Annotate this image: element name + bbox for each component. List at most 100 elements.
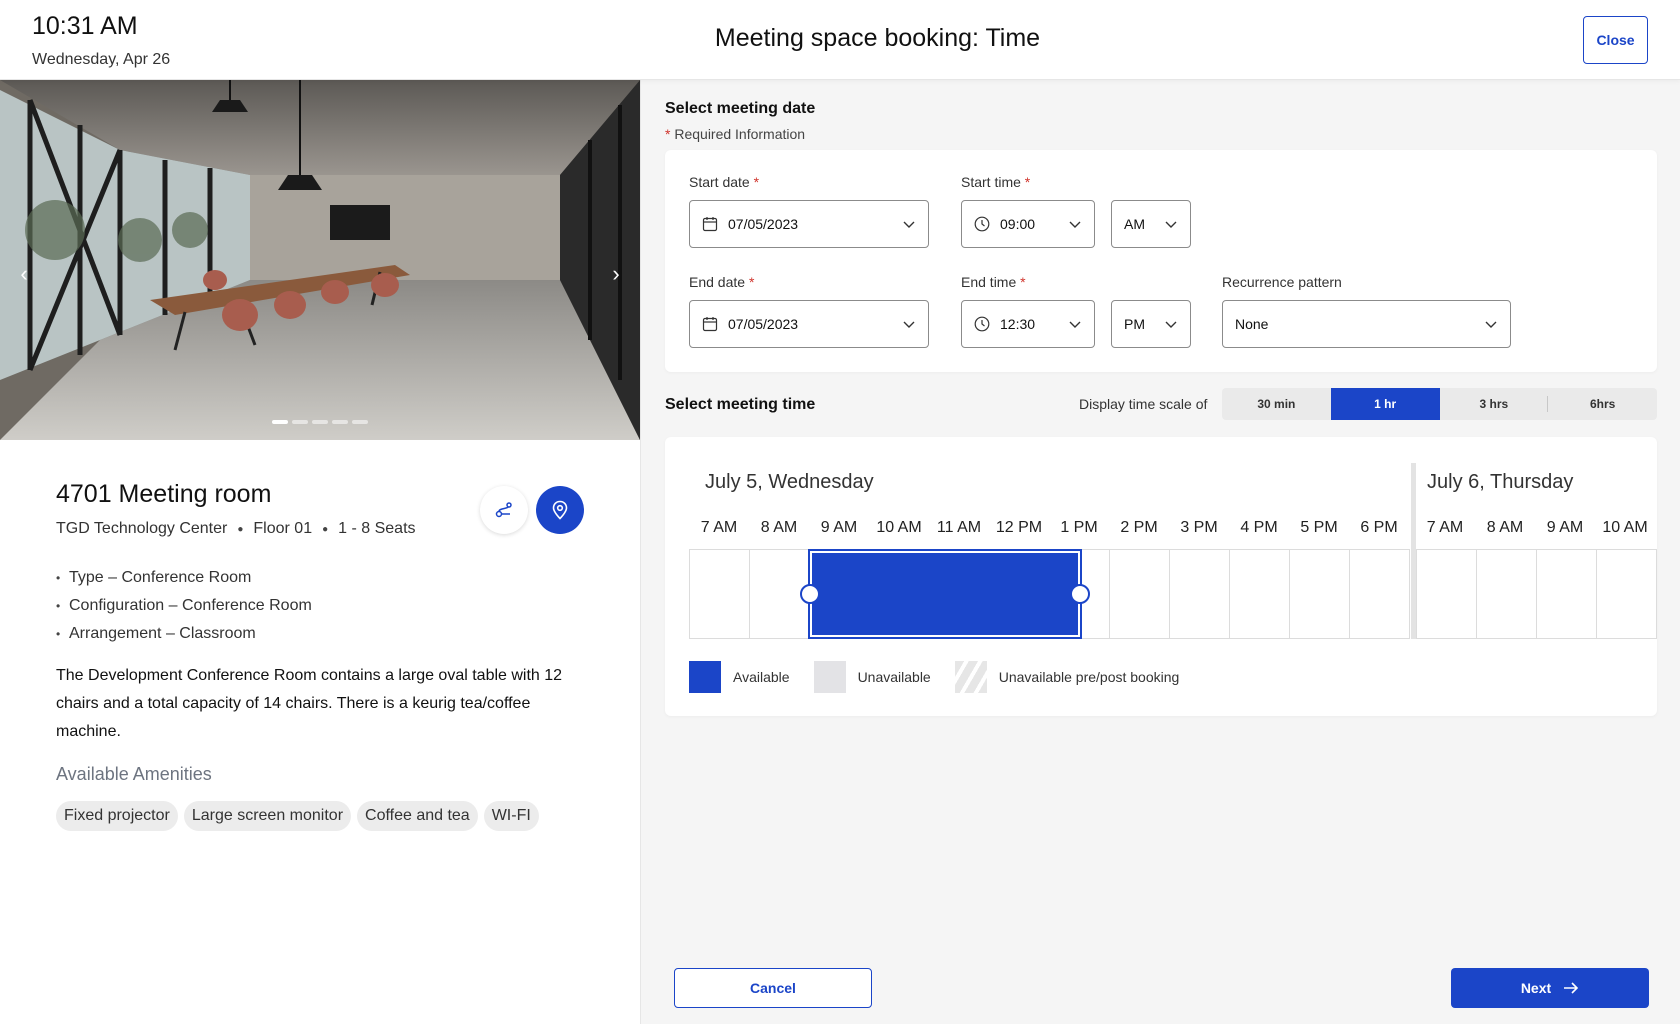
start-date-picker[interactable]: 07/05/2023 <box>689 200 929 248</box>
room-meta: TGD Technology Center ● Floor 01 ● 1 - 8… <box>56 520 416 538</box>
calendar-icon <box>702 216 718 232</box>
hour-label: 1 PM <box>1060 519 1098 536</box>
time-scale-label: Display time scale of <box>1079 396 1208 412</box>
time-slot[interactable] <box>1290 550 1350 638</box>
day-heading: July 5, Wednesday <box>705 471 874 493</box>
amenities-title: Available Amenities <box>56 764 212 784</box>
scale-1hr-button[interactable]: 1 hr <box>1330 388 1440 420</box>
hour-label: 7 AM <box>700 519 738 536</box>
next-photo-icon[interactable]: › <box>606 262 626 286</box>
end-date-label-text: End date <box>689 274 746 290</box>
route-icon <box>495 502 512 518</box>
chevron-down-icon <box>902 317 916 331</box>
calendar-icon <box>702 316 718 332</box>
cancel-button[interactable]: Cancel <box>674 968 872 1008</box>
legend-available: Available <box>689 661 790 693</box>
previous-photo-icon[interactable]: ‹ <box>14 262 34 286</box>
hour-label: 9 AM <box>1546 519 1584 536</box>
end-date-label: End date * <box>689 274 755 290</box>
hour-label: 12 PM <box>995 519 1043 536</box>
amenity-chip: Large screen monitor <box>183 801 352 831</box>
amenity-chip: WI-FI <box>483 801 539 831</box>
room-seats: 1 - 8 Seats <box>338 520 416 537</box>
end-ampm-select[interactable]: PM <box>1111 300 1191 348</box>
time-slot[interactable] <box>1110 550 1170 638</box>
start-time-value: 09:00 <box>1000 216 1036 232</box>
hour-label: 8 AM <box>760 519 798 536</box>
list-item: Arrangement – Classroom <box>56 620 312 648</box>
carousel-dot[interactable] <box>352 420 368 424</box>
carousel-indicator <box>272 420 368 424</box>
list-item: Configuration – Conference Room <box>56 592 312 620</box>
directions-button[interactable] <box>480 486 528 534</box>
room-building: TGD Technology Center <box>56 520 228 537</box>
start-time-select[interactable]: 09:00 <box>961 200 1095 248</box>
recurrence-label: Recurrence pattern <box>1222 274 1342 290</box>
room-name: 4701 Meeting room <box>56 480 272 508</box>
carousel-dot[interactable] <box>332 420 348 424</box>
hour-label: 2 PM <box>1120 519 1158 536</box>
time-slot[interactable] <box>1170 550 1230 638</box>
chevron-down-icon <box>1068 217 1082 231</box>
next-button[interactable]: Next <box>1451 968 1649 1008</box>
room-floor: Floor 01 <box>253 520 313 537</box>
hour-label: 11 AM <box>936 519 982 536</box>
time-slot[interactable] <box>1477 550 1537 638</box>
start-time-label-text: Start time <box>961 174 1021 190</box>
scale-30min-button[interactable]: 30 min <box>1222 388 1331 420</box>
chevron-down-icon <box>1164 317 1178 331</box>
end-time-select[interactable]: 12:30 <box>961 300 1095 348</box>
page-title: Meeting space booking: Time <box>714 24 1041 52</box>
scale-6hrs-button[interactable]: 6hrs <box>1548 388 1657 420</box>
end-date-picker[interactable]: 07/05/2023 <box>689 300 929 348</box>
amenities-list: Fixed projector Large screen monitor Cof… <box>56 801 539 831</box>
close-button[interactable]: Close <box>1583 16 1648 64</box>
time-slot[interactable] <box>1537 550 1597 638</box>
start-ampm-value: AM <box>1124 216 1145 232</box>
hour-label: 3 PM <box>1180 519 1218 536</box>
hour-label: 9 AM <box>820 519 858 536</box>
carousel-dot[interactable] <box>312 420 328 424</box>
time-slot[interactable] <box>1350 550 1410 638</box>
day-heading: July 6, Thursday <box>1427 471 1574 493</box>
location-button[interactable] <box>536 486 584 534</box>
end-time-label: End time * <box>961 274 1026 290</box>
hour-label: 8 AM <box>1486 519 1524 536</box>
legend: Available Unavailable Unavailable pre/po… <box>689 661 1203 693</box>
end-time-value: 12:30 <box>1000 316 1036 332</box>
time-slot[interactable] <box>1597 550 1657 638</box>
end-ampm-value: PM <box>1124 316 1145 332</box>
range-end-handle[interactable] <box>1070 584 1090 604</box>
selected-time-range[interactable] <box>808 549 1082 639</box>
start-ampm-select[interactable]: AM <box>1111 200 1191 248</box>
time-slot[interactable] <box>690 550 750 638</box>
amenity-chip: Fixed projector <box>56 801 178 831</box>
recurrence-select[interactable]: None <box>1222 300 1511 348</box>
time-scale-toggle: 30 min 1 hr 3 hrs 6hrs <box>1222 388 1657 420</box>
room-description: The Development Conference Room contains… <box>56 667 563 740</box>
start-date-value: 07/05/2023 <box>728 216 799 232</box>
time-slot[interactable] <box>1230 550 1290 638</box>
range-start-handle[interactable] <box>800 584 820 604</box>
separator-dot: ● <box>322 523 329 535</box>
legend-label: Available <box>733 669 790 685</box>
time-slot[interactable] <box>1417 550 1477 638</box>
recurrence-value: None <box>1235 316 1269 332</box>
room-photo-carousel: ‹ › <box>0 80 640 440</box>
clock-icon <box>974 216 990 232</box>
separator-dot: ● <box>237 523 244 535</box>
date-section-title: Select meeting date <box>665 100 816 117</box>
start-date-label: Start date * <box>689 174 760 190</box>
end-time-label-text: End time <box>961 274 1017 290</box>
chevron-down-icon <box>1164 217 1178 231</box>
timeline-card: July 5, Wednesday July 6, Thursday 7 AM … <box>665 437 1657 716</box>
required-note: * Required Information <box>665 126 806 142</box>
date-card: Start date * 07/05/2023 Start time * 09:… <box>665 150 1657 372</box>
scale-3hrs-button[interactable]: 3 hrs <box>1440 388 1549 420</box>
hour-label: 4 PM <box>1240 519 1278 536</box>
carousel-dot[interactable] <box>272 420 288 424</box>
hour-label: 6 PM <box>1360 519 1398 536</box>
chevron-down-icon <box>1068 317 1082 331</box>
hour-label: 7 AM <box>1426 519 1464 536</box>
carousel-dot[interactable] <box>292 420 308 424</box>
